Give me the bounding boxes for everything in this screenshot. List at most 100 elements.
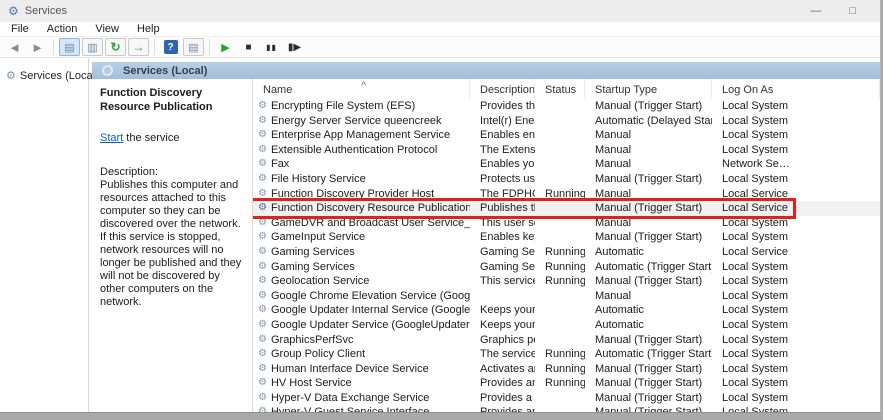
table-row[interactable]: ⚙ Gaming Services Gaming Serv… Running A… [253, 260, 880, 275]
column-header-status[interactable]: Status [535, 79, 585, 99]
service-startup-type: Manual (Trigger Start) [585, 391, 712, 406]
services-node-icon: ⚙ [6, 69, 16, 82]
service-status [535, 114, 585, 129]
service-name: Google Chrome Elevation Service (GoogleC… [271, 289, 470, 304]
forward-icon[interactable]: ► [27, 38, 48, 56]
stop-service-icon[interactable]: ■ [238, 38, 259, 56]
service-description: Provides a m… [470, 391, 535, 406]
service-action-line: Start the service [100, 132, 243, 144]
table-row[interactable]: ⚙ Enterprise App Management Service Enab… [253, 128, 880, 143]
table-row[interactable]: ⚙ Function Discovery Resource Publicatio… [253, 201, 880, 216]
service-log-on-as: Local System [712, 391, 880, 406]
service-gear-icon: ⚙ [258, 216, 267, 231]
service-log-on-as: Local System [712, 260, 880, 275]
minimize-button[interactable]: — [810, 5, 821, 17]
table-row[interactable]: ⚙ Gaming Services Gaming Serv… Running A… [253, 245, 880, 260]
back-icon[interactable]: ◄ [4, 38, 25, 56]
table-row[interactable]: ⚙ Group Policy Client The service i… Run… [253, 347, 880, 362]
service-status [535, 405, 585, 412]
service-name: Gaming Services [271, 245, 355, 260]
service-status [535, 216, 585, 231]
column-header-startup-type[interactable]: Startup Type [585, 79, 712, 99]
column-header-description[interactable]: Description [470, 79, 535, 99]
show-console-tree-icon[interactable]: ▤ [59, 38, 80, 56]
service-name: Gaming Services [271, 260, 355, 275]
table-row[interactable]: ⚙ GameInput Service Enables key… Manual … [253, 230, 880, 245]
table-row[interactable]: ⚙ Google Chrome Elevation Service (Googl… [253, 289, 880, 304]
service-log-on-as: Local System [712, 230, 880, 245]
export-list-icon[interactable]: → [128, 38, 149, 56]
service-description: Provides the… [470, 99, 535, 114]
service-status [535, 128, 585, 143]
service-status [535, 99, 585, 114]
service-gear-icon: ⚙ [258, 172, 267, 187]
service-name: Energy Server Service queencreek [271, 114, 442, 129]
service-name: File History Service [271, 172, 366, 187]
table-row[interactable]: ⚙ Hyper-V Guest Service Interface Provid… [253, 405, 880, 412]
table-row[interactable]: ⚙ Energy Server Service queencreek Intel… [253, 114, 880, 129]
service-gear-icon: ⚙ [258, 347, 267, 362]
service-description: Activates an… [470, 362, 535, 377]
service-description: Keeps your … [470, 303, 535, 318]
table-row[interactable]: ⚙ Fax Enables you … Manual Network Se… [253, 157, 880, 172]
service-gear-icon: ⚙ [258, 260, 267, 275]
service-name: GameDVR and Broadcast User Service_731c9 [271, 216, 470, 231]
service-description: Enables you … [470, 157, 535, 172]
service-gear-icon: ⚙ [258, 187, 267, 202]
table-row[interactable]: ⚙ HV Host Service Provides an i… Running… [253, 376, 880, 391]
service-startup-type: Automatic [585, 318, 712, 333]
service-description: Protects user… [470, 172, 535, 187]
services-window: ⚙ Services — □ FileActionViewHelp ◄►▤▥↻→… [0, 0, 881, 413]
restart-service-icon[interactable]: ▮▶ [284, 38, 305, 56]
table-row[interactable]: ⚙ GraphicsPerfSvc Graphics per… Manual (… [253, 333, 880, 348]
panel-header-title: Services (Local) [123, 65, 207, 77]
service-startup-type: Manual [585, 187, 712, 202]
menu-item[interactable]: Help [128, 23, 169, 35]
list-header-row: ^ NameDescriptionStatusStartup TypeLog O… [253, 79, 880, 99]
properties-icon[interactable]: ▥ [82, 38, 103, 56]
menu-item[interactable]: View [86, 23, 128, 35]
table-row[interactable]: ⚙ Geolocation Service This service … Run… [253, 274, 880, 289]
table-row[interactable]: ⚙ Function Discovery Provider Host The F… [253, 187, 880, 202]
service-description: Publishes thi… [470, 201, 535, 216]
service-status: Running [535, 187, 585, 202]
menu-item[interactable]: File [2, 23, 38, 35]
service-startup-type: Manual [585, 128, 712, 143]
start-service-icon[interactable]: ▶ [215, 38, 236, 56]
pause-service-icon[interactable]: ▮▮ [261, 38, 282, 56]
service-name: Encrypting File System (EFS) [271, 99, 415, 114]
service-description: Provides an i… [470, 376, 535, 391]
service-status [535, 172, 585, 187]
service-name: Enterprise App Management Service [271, 128, 450, 143]
maximize-button[interactable]: □ [849, 5, 856, 17]
table-row[interactable]: ⚙ Human Interface Device Service Activat… [253, 362, 880, 377]
column-header-log-on-as[interactable]: Log On As [712, 79, 880, 99]
table-row[interactable]: ⚙ File History Service Protects user… Ma… [253, 172, 880, 187]
service-log-on-as: Local System [712, 362, 880, 377]
table-row[interactable]: ⚙ GameDVR and Broadcast User Service_731… [253, 216, 880, 231]
service-gear-icon: ⚙ [258, 391, 267, 406]
table-row[interactable]: ⚙ Google Updater Service (GoogleUpdaterS… [253, 318, 880, 333]
menu-item[interactable]: Action [38, 23, 87, 35]
table-row[interactable]: ⚙ Encrypting File System (EFS) Provides … [253, 99, 880, 114]
service-rows: ⚙ Encrypting File System (EFS) Provides … [253, 99, 880, 412]
service-gear-icon: ⚙ [258, 405, 267, 412]
show-action-pane-icon[interactable]: ▤ [183, 38, 204, 56]
service-status [535, 289, 585, 304]
service-gear-icon: ⚙ [258, 362, 267, 377]
service-status [535, 303, 585, 318]
help-icon[interactable]: ? [160, 38, 181, 56]
service-startup-type: Automatic [585, 303, 712, 318]
table-row[interactable]: ⚙ Hyper-V Data Exchange Service Provides… [253, 391, 880, 406]
toolbar-separator [53, 39, 54, 55]
start-service-link[interactable]: Start [100, 132, 123, 144]
service-startup-type: Manual [585, 157, 712, 172]
table-row[interactable]: ⚙ Extensible Authentication Protocol The… [253, 143, 880, 158]
service-log-on-as: Local System [712, 333, 880, 348]
tree-item-services-local[interactable]: ⚙ Services (Local) [6, 69, 88, 82]
service-log-on-as: Local Service [712, 201, 880, 216]
table-row[interactable]: ⚙ Google Updater Internal Service (Googl… [253, 303, 880, 318]
service-gear-icon: ⚙ [258, 318, 267, 333]
service-name: Fax [271, 157, 289, 172]
refresh-icon[interactable]: ↻ [105, 38, 126, 56]
